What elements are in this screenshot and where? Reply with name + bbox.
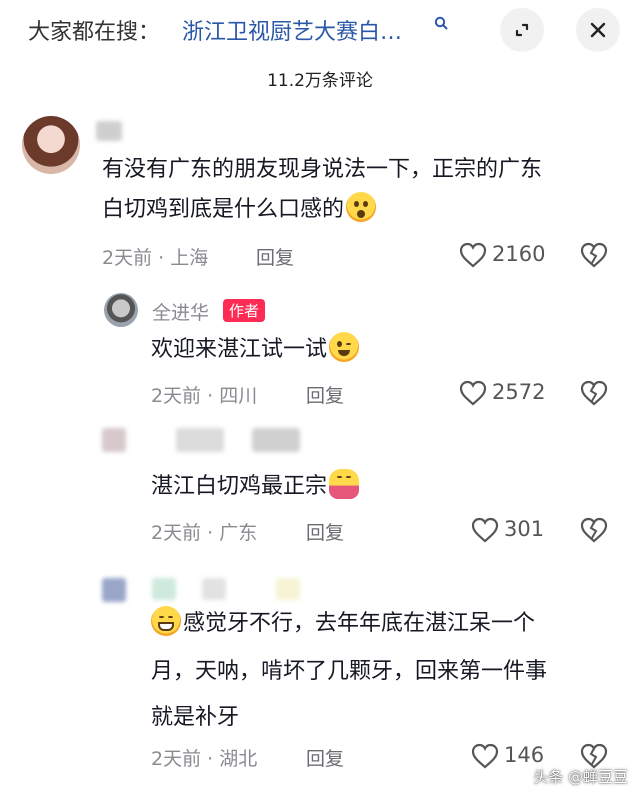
author-badge: 作者 (223, 299, 266, 322)
search-prefix: 大家都在搜： (28, 20, 161, 45)
reply-meta: 2天前 · 湖北 (151, 748, 258, 770)
expand-button[interactable] (500, 8, 544, 52)
reply-meta: 2天前 · 四川 (151, 385, 258, 407)
heart-icon[interactable] (458, 379, 488, 407)
emoji-wow-icon (346, 192, 377, 222)
reply-text: 湛江白切鸡最正宗 (151, 467, 360, 507)
close-button[interactable] (576, 8, 620, 52)
reply-button[interactable]: 回复 (256, 243, 294, 270)
username-blurred (252, 428, 300, 452)
username-blurred (276, 578, 300, 600)
comment-count: 11.2万条评论 (267, 71, 373, 91)
avatar-blurred (102, 578, 126, 602)
comment-meta: 2天前 · 上海 (102, 247, 209, 269)
username-blurred (96, 121, 122, 141)
watermark: 头条 @蝉豆豆 (533, 768, 628, 786)
author-avatar[interactable] (104, 293, 138, 327)
heart-icon[interactable] (470, 516, 500, 544)
like-count: 146 (504, 743, 545, 767)
search-suggestion-link[interactable]: 浙江卫视厨艺大赛白… (182, 14, 402, 46)
dislike-icon[interactable] (579, 241, 609, 269)
avatar[interactable] (22, 116, 80, 174)
heart-icon[interactable] (470, 742, 500, 770)
expand-icon (515, 23, 529, 37)
emoji-grin-sweat-icon (151, 606, 181, 636)
search-icon[interactable] (434, 16, 448, 30)
reply-text: 欢迎来湛江试一试 (151, 330, 360, 370)
reply-button[interactable]: 回复 (306, 744, 344, 771)
username-blurred (176, 428, 224, 452)
reply-button[interactable]: 回复 (306, 381, 344, 408)
heart-icon[interactable] (458, 241, 488, 269)
dislike-icon[interactable] (579, 379, 609, 407)
like-count: 301 (504, 517, 545, 541)
reply-text: 感觉牙不行，去年年底在湛江呆一个 月，天呐，啃坏了几颗牙，回来第一件事 就是补牙 (151, 604, 547, 738)
avatar-blurred (102, 428, 126, 452)
emoji-wink-icon (329, 332, 360, 362)
reply-button[interactable]: 回复 (306, 518, 344, 545)
close-icon (590, 22, 606, 38)
comment-text: 有没有广东的朋友现身说法一下，正宗的广东 白切鸡到底是什么口感的 (102, 157, 543, 222)
username-blurred (202, 578, 226, 600)
emoji-hug-icon (329, 469, 360, 499)
username-blurred (152, 578, 176, 600)
reply-meta: 2天前 · 广东 (151, 522, 258, 544)
author-name[interactable]: 全进华 (152, 298, 209, 325)
dislike-icon[interactable] (579, 516, 609, 544)
like-count: 2160 (492, 242, 546, 266)
like-count: 2572 (492, 380, 546, 404)
